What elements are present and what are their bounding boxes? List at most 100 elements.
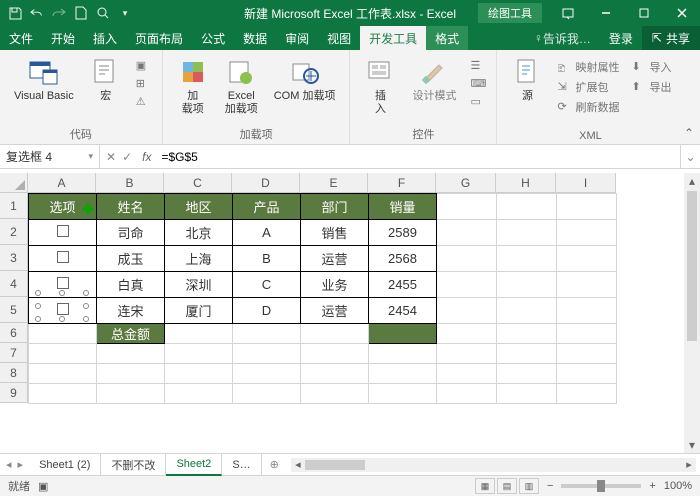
redo-icon[interactable] <box>52 6 66 20</box>
cell-G1[interactable] <box>437 194 497 220</box>
scroll-down-icon[interactable]: ▾ <box>684 437 700 453</box>
col-header-F[interactable]: F <box>368 173 436 193</box>
cell-F6[interactable] <box>369 324 437 344</box>
tab-layout[interactable]: 页面布局 <box>126 26 192 50</box>
map-properties-button[interactable]: 🗈映射属性 <box>553 58 623 76</box>
normal-view-button[interactable]: ▦ <box>475 478 495 494</box>
cell-H2[interactable] <box>497 220 557 246</box>
add-sheet-button[interactable]: ⊕ <box>262 458 287 471</box>
cell-H3[interactable] <box>497 246 557 272</box>
cell-B1[interactable]: 姓名 <box>97 194 165 220</box>
maximize-button[interactable] <box>626 0 662 26</box>
vertical-scrollbar[interactable]: ▴ ▾ <box>684 173 700 453</box>
cell-D9[interactable] <box>233 384 301 404</box>
tab-file[interactable]: 文件 <box>0 26 42 50</box>
cell-E5[interactable]: 运营 <box>301 298 369 324</box>
xml-import-button[interactable]: ⬇导入 <box>627 58 675 76</box>
macros-button[interactable]: 宏 <box>84 54 128 105</box>
cell-G6[interactable] <box>437 324 497 344</box>
worksheet-area[interactable]: ABCDEFGHI 123456789 选项姓名地区产品部门销量司命北京A销售2… <box>0 169 700 453</box>
macro-record-icon[interactable]: ▣ <box>38 480 48 493</box>
new-icon[interactable] <box>74 6 88 20</box>
collapse-ribbon-icon[interactable]: ⌃ <box>684 126 694 140</box>
cell-G5[interactable] <box>437 298 497 324</box>
horizontal-scrollbar[interactable]: ◂ ▸ <box>291 458 696 472</box>
cell-E4[interactable]: 业务 <box>301 272 369 298</box>
cell-H4[interactable] <box>497 272 557 298</box>
row-header-8[interactable]: 8 <box>0 363 28 383</box>
addins-button[interactable]: 加 载项 <box>171 54 215 118</box>
col-header-I[interactable]: I <box>556 173 616 193</box>
cell-I6[interactable] <box>557 324 617 344</box>
row-headers[interactable]: 123456789 <box>0 193 28 403</box>
cell-I8[interactable] <box>557 364 617 384</box>
tab-insert[interactable]: 插入 <box>84 26 126 50</box>
cell-D2[interactable]: A <box>233 220 301 246</box>
cell-A5[interactable] <box>29 298 97 324</box>
com-addins-button[interactable]: COM 加载项 <box>268 54 342 105</box>
row-header-4[interactable]: 4 <box>0 271 28 297</box>
cell-A4[interactable] <box>29 272 97 298</box>
tab-prev-icon[interactable]: ◂ <box>6 458 12 471</box>
scroll-up-icon[interactable]: ▴ <box>684 173 700 189</box>
cell-A8[interactable] <box>29 364 97 384</box>
tab-developer[interactable]: 开发工具 <box>360 26 426 50</box>
page-break-view-button[interactable]: ▥ <box>519 478 539 494</box>
undo-icon[interactable] <box>30 6 44 20</box>
cell-C5[interactable]: 厦门 <box>165 298 233 324</box>
cell-C8[interactable] <box>165 364 233 384</box>
cell-B8[interactable] <box>97 364 165 384</box>
cell-E8[interactable] <box>301 364 369 384</box>
cell-D7[interactable] <box>233 344 301 364</box>
visual-basic-button[interactable]: Visual Basic <box>8 54 80 105</box>
cell-C7[interactable] <box>165 344 233 364</box>
checkbox[interactable] <box>57 251 69 263</box>
excel-addins-button[interactable]: Excel 加载项 <box>219 54 264 118</box>
cell-B3[interactable]: 成玉 <box>97 246 165 272</box>
close-button[interactable] <box>664 0 700 26</box>
cell-C4[interactable]: 深圳 <box>165 272 233 298</box>
macro-security-button[interactable]: ⚠ <box>132 94 154 110</box>
fx-icon[interactable]: fx <box>138 150 155 164</box>
cell-H8[interactable] <box>497 364 557 384</box>
view-code-button[interactable]: ⌨ <box>466 76 488 92</box>
qat-customize-icon[interactable]: ▾ <box>118 6 132 20</box>
cell-A3[interactable] <box>29 246 97 272</box>
share-button[interactable]: ⇱共享 <box>642 26 700 50</box>
ribbon-options-icon[interactable] <box>550 0 586 26</box>
cell-H9[interactable] <box>497 384 557 404</box>
checkbox[interactable] <box>57 303 69 315</box>
row-header-1[interactable]: 1 <box>0 193 28 219</box>
cell-D5[interactable]: D <box>233 298 301 324</box>
cell-B2[interactable]: 司命 <box>97 220 165 246</box>
cell-I1[interactable] <box>557 194 617 220</box>
cell-A7[interactable] <box>29 344 97 364</box>
zoom-level[interactable]: 100% <box>664 480 692 492</box>
cell-G2[interactable] <box>437 220 497 246</box>
enter-formula-icon[interactable]: ✓ <box>122 150 132 164</box>
cell-E7[interactable] <box>301 344 369 364</box>
col-header-G[interactable]: G <box>436 173 496 193</box>
cell-I2[interactable] <box>557 220 617 246</box>
cell-I4[interactable] <box>557 272 617 298</box>
col-header-B[interactable]: B <box>96 173 164 193</box>
minimize-button[interactable] <box>588 0 624 26</box>
save-icon[interactable] <box>8 6 22 20</box>
cell-G9[interactable] <box>437 384 497 404</box>
cell-I7[interactable] <box>557 344 617 364</box>
cell-F8[interactable] <box>369 364 437 384</box>
scroll-right-icon[interactable]: ▸ <box>682 458 696 471</box>
col-header-H[interactable]: H <box>496 173 556 193</box>
cell-F1[interactable]: 销量 <box>369 194 437 220</box>
cell-A2[interactable] <box>29 220 97 246</box>
col-header-E[interactable]: E <box>300 173 368 193</box>
tell-me[interactable]: ♀ 告诉我… <box>525 26 600 50</box>
col-header-A[interactable]: A <box>28 173 96 193</box>
page-layout-view-button[interactable]: ▤ <box>497 478 517 494</box>
cell-D4[interactable]: C <box>233 272 301 298</box>
cell-G7[interactable] <box>437 344 497 364</box>
cell-C1[interactable]: 地区 <box>165 194 233 220</box>
cell-D6[interactable] <box>233 324 301 344</box>
row-header-5[interactable]: 5 <box>0 297 28 323</box>
cell-E9[interactable] <box>301 384 369 404</box>
